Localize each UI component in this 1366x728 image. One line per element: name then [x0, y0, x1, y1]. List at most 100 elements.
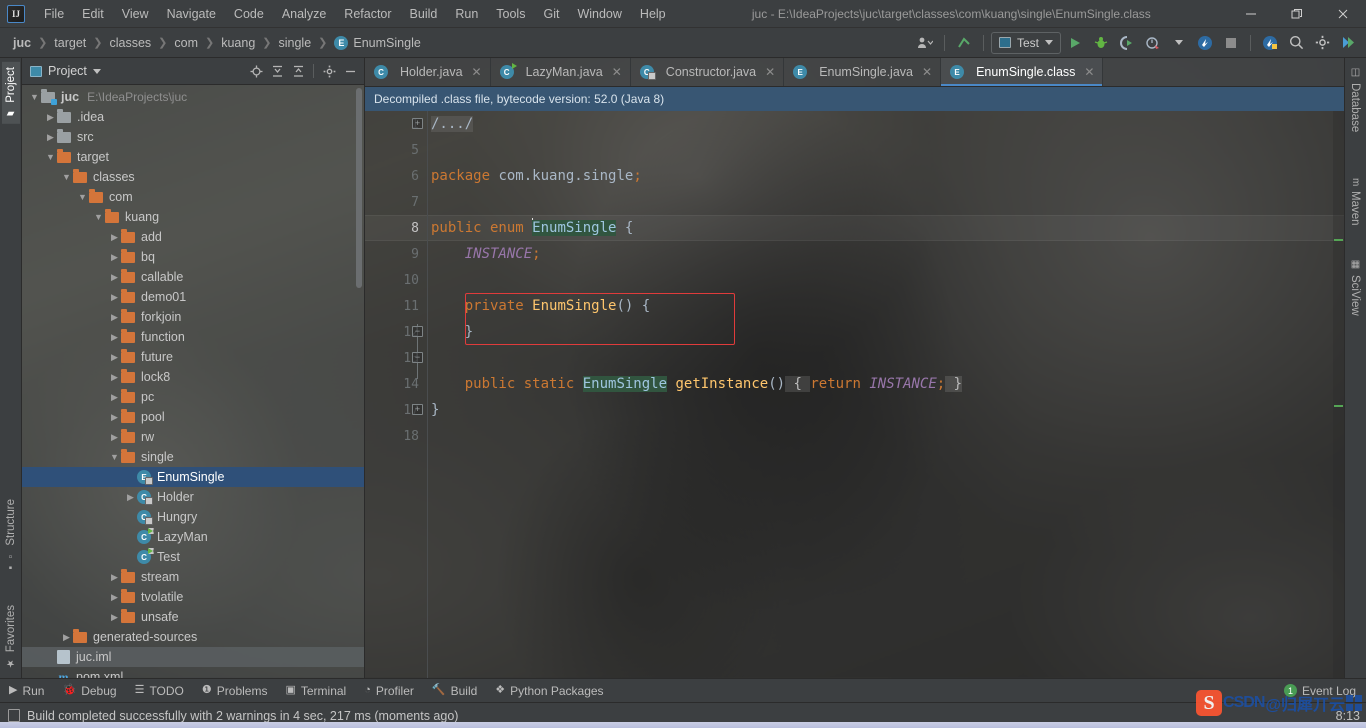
editor-tab-lazyman-java[interactable]: C LazyMan.java ✕: [491, 58, 631, 86]
run-with-coverage-icon[interactable]: [1115, 31, 1139, 55]
tree-item-target[interactable]: ▼ target: [22, 147, 364, 167]
breadcrumb-item-kuang[interactable]: kuang: [218, 34, 258, 52]
debug-icon[interactable]: [1089, 31, 1113, 55]
breadcrumb-item-juc[interactable]: juc: [10, 34, 34, 52]
locate-icon[interactable]: [246, 61, 266, 81]
sidebar-tab-project[interactable]: ▰ Project: [2, 62, 20, 124]
tree-item-test[interactable]: C Test: [22, 547, 364, 567]
fold-collapse-icon-line12[interactable]: −: [412, 352, 423, 363]
collapse-all-icon[interactable]: [288, 61, 308, 81]
tree-scrollbar[interactable]: [356, 88, 362, 288]
line-number-6[interactable]: 6: [365, 163, 427, 189]
stop-icon[interactable]: [1219, 31, 1243, 55]
tree-item-hungry[interactable]: C Hungry: [22, 507, 364, 527]
status-message-area[interactable]: Build completed successfully with 2 warn…: [0, 709, 458, 723]
tree-item-lock8[interactable]: ▶ lock8: [22, 367, 364, 387]
chevron-right-icon[interactable]: ▶: [108, 252, 121, 263]
tree-item-generated-sources[interactable]: ▶ generated-sources: [22, 627, 364, 647]
chevron-down-icon[interactable]: ▼: [108, 452, 121, 462]
tool-window-terminal[interactable]: ▣ Terminal: [276, 681, 355, 701]
chevron-right-icon[interactable]: ▶: [108, 392, 121, 403]
run-configuration-selector[interactable]: Test: [990, 31, 1061, 54]
menu-analyze[interactable]: Analyze: [273, 3, 335, 25]
fold-collapse-icon-line11[interactable]: −: [412, 326, 423, 337]
run-icon[interactable]: [1063, 31, 1087, 55]
run-all-icon[interactable]: [1336, 31, 1360, 55]
line-number-18[interactable]: 18: [365, 423, 427, 449]
tree-item-tvolatile[interactable]: ▶ tvolatile: [22, 587, 364, 607]
tool-window-python-packages[interactable]: ❖ Python Packages: [486, 681, 612, 701]
editor-tab-enumsingle-class[interactable]: E EnumSingle.class ✕: [941, 58, 1104, 86]
tree-item-juc-iml[interactable]: juc.iml: [22, 647, 364, 667]
tree-item-unsafe[interactable]: ▶ unsafe: [22, 607, 364, 627]
line-number-5[interactable]: 5: [365, 137, 427, 163]
chevron-right-icon[interactable]: ▶: [60, 632, 73, 643]
line-number-8[interactable]: 8: [365, 215, 427, 241]
tree-item-demo01[interactable]: ▶ demo01: [22, 287, 364, 307]
hide-panel-icon[interactable]: [340, 61, 360, 81]
breadcrumb-item-enumsingle[interactable]: E EnumSingle: [331, 34, 423, 52]
profiler-dropdown-icon[interactable]: [1167, 31, 1191, 55]
chevron-down-icon[interactable]: ▼: [76, 192, 89, 202]
menu-build[interactable]: Build: [401, 3, 447, 25]
editor-tab-constructor-java[interactable]: C Constructor.java ✕: [631, 58, 785, 86]
sidebar-tab-maven[interactable]: m Maven: [1346, 173, 1364, 231]
gear-icon[interactable]: [319, 61, 339, 81]
tree-item-classes[interactable]: ▼ classes: [22, 167, 364, 187]
close-icon[interactable]: ✕: [472, 65, 482, 79]
menu-git[interactable]: Git: [534, 3, 568, 25]
breadcrumb-item-classes[interactable]: classes: [106, 34, 154, 52]
chevron-right-icon[interactable]: ▶: [108, 312, 121, 323]
event-log-button[interactable]: 1 Event Log: [1283, 684, 1366, 698]
close-button[interactable]: [1320, 0, 1366, 28]
tree-item-src[interactable]: ▶ src: [22, 127, 364, 147]
minimize-button[interactable]: [1228, 0, 1274, 28]
chevron-down-icon[interactable]: ▼: [44, 152, 57, 162]
menu-help[interactable]: Help: [631, 3, 675, 25]
sidebar-tab-database[interactable]: ◫ Database: [1346, 62, 1364, 137]
chevron-right-icon[interactable]: ▶: [108, 432, 121, 443]
chevron-right-icon[interactable]: ▶: [108, 332, 121, 343]
tree-item--idea[interactable]: ▶ .idea: [22, 107, 364, 127]
chevron-right-icon[interactable]: ▶: [108, 372, 121, 383]
tree-item-pom-xml[interactable]: m pom.xml: [22, 667, 364, 679]
chevron-down-icon[interactable]: ▼: [92, 212, 105, 222]
tree-item-lazyman[interactable]: C LazyMan: [22, 527, 364, 547]
menu-code[interactable]: Code: [225, 3, 273, 25]
line-number-9[interactable]: 9: [365, 241, 427, 267]
chevron-right-icon[interactable]: ▶: [108, 572, 121, 583]
fold-expand-icon-line1[interactable]: +: [412, 118, 423, 129]
update-project-icon[interactable]: [952, 31, 976, 55]
tree-item-forkjoin[interactable]: ▶ forkjoin: [22, 307, 364, 327]
tree-item-stream[interactable]: ▶ stream: [22, 567, 364, 587]
fold-expand-icon-line14[interactable]: +: [412, 404, 423, 415]
menu-view[interactable]: View: [113, 3, 158, 25]
chevron-right-icon[interactable]: ▶: [108, 232, 121, 243]
menu-tools[interactable]: Tools: [487, 3, 534, 25]
tool-window-todo[interactable]: ☰ TODO: [126, 681, 193, 701]
help-icon[interactable]: [1258, 31, 1282, 55]
search-icon[interactable]: [1284, 31, 1308, 55]
chevron-right-icon[interactable]: ▶: [108, 612, 121, 623]
chevron-right-icon[interactable]: ▶: [108, 352, 121, 363]
breadcrumb-item-single[interactable]: single: [276, 34, 315, 52]
tree-item-holder[interactable]: ▶ C Holder: [22, 487, 364, 507]
breadcrumb-item-target[interactable]: target: [51, 34, 89, 52]
tree-item-kuang[interactable]: ▼ kuang: [22, 207, 364, 227]
tree-item-enumsingle[interactable]: E EnumSingle: [22, 467, 364, 487]
close-icon[interactable]: ✕: [922, 65, 932, 79]
menu-navigate[interactable]: Navigate: [158, 3, 225, 25]
tree-item-juc[interactable]: ▼ juc E:\IdeaProjects\juc: [22, 87, 364, 107]
close-icon[interactable]: ✕: [612, 65, 622, 79]
code-content[interactable]: /.../ package com.kuang.single; public e…: [431, 111, 1344, 678]
menu-window[interactable]: Window: [568, 3, 630, 25]
close-icon[interactable]: ✕: [1084, 65, 1094, 79]
ide-assistant-icon[interactable]: [1193, 31, 1217, 55]
user-avatar-icon[interactable]: [913, 31, 937, 55]
editor-tab-enumsingle-java[interactable]: E EnumSingle.java ✕: [784, 58, 942, 86]
line-number-gutter[interactable]: 15678910111213141718: [365, 111, 427, 678]
sidebar-tab-sciview[interactable]: ▦ SciView: [1346, 254, 1364, 321]
menu-edit[interactable]: Edit: [73, 3, 113, 25]
tool-window-debug[interactable]: 🐞 Debug: [53, 681, 125, 701]
tree-item-com[interactable]: ▼ com: [22, 187, 364, 207]
